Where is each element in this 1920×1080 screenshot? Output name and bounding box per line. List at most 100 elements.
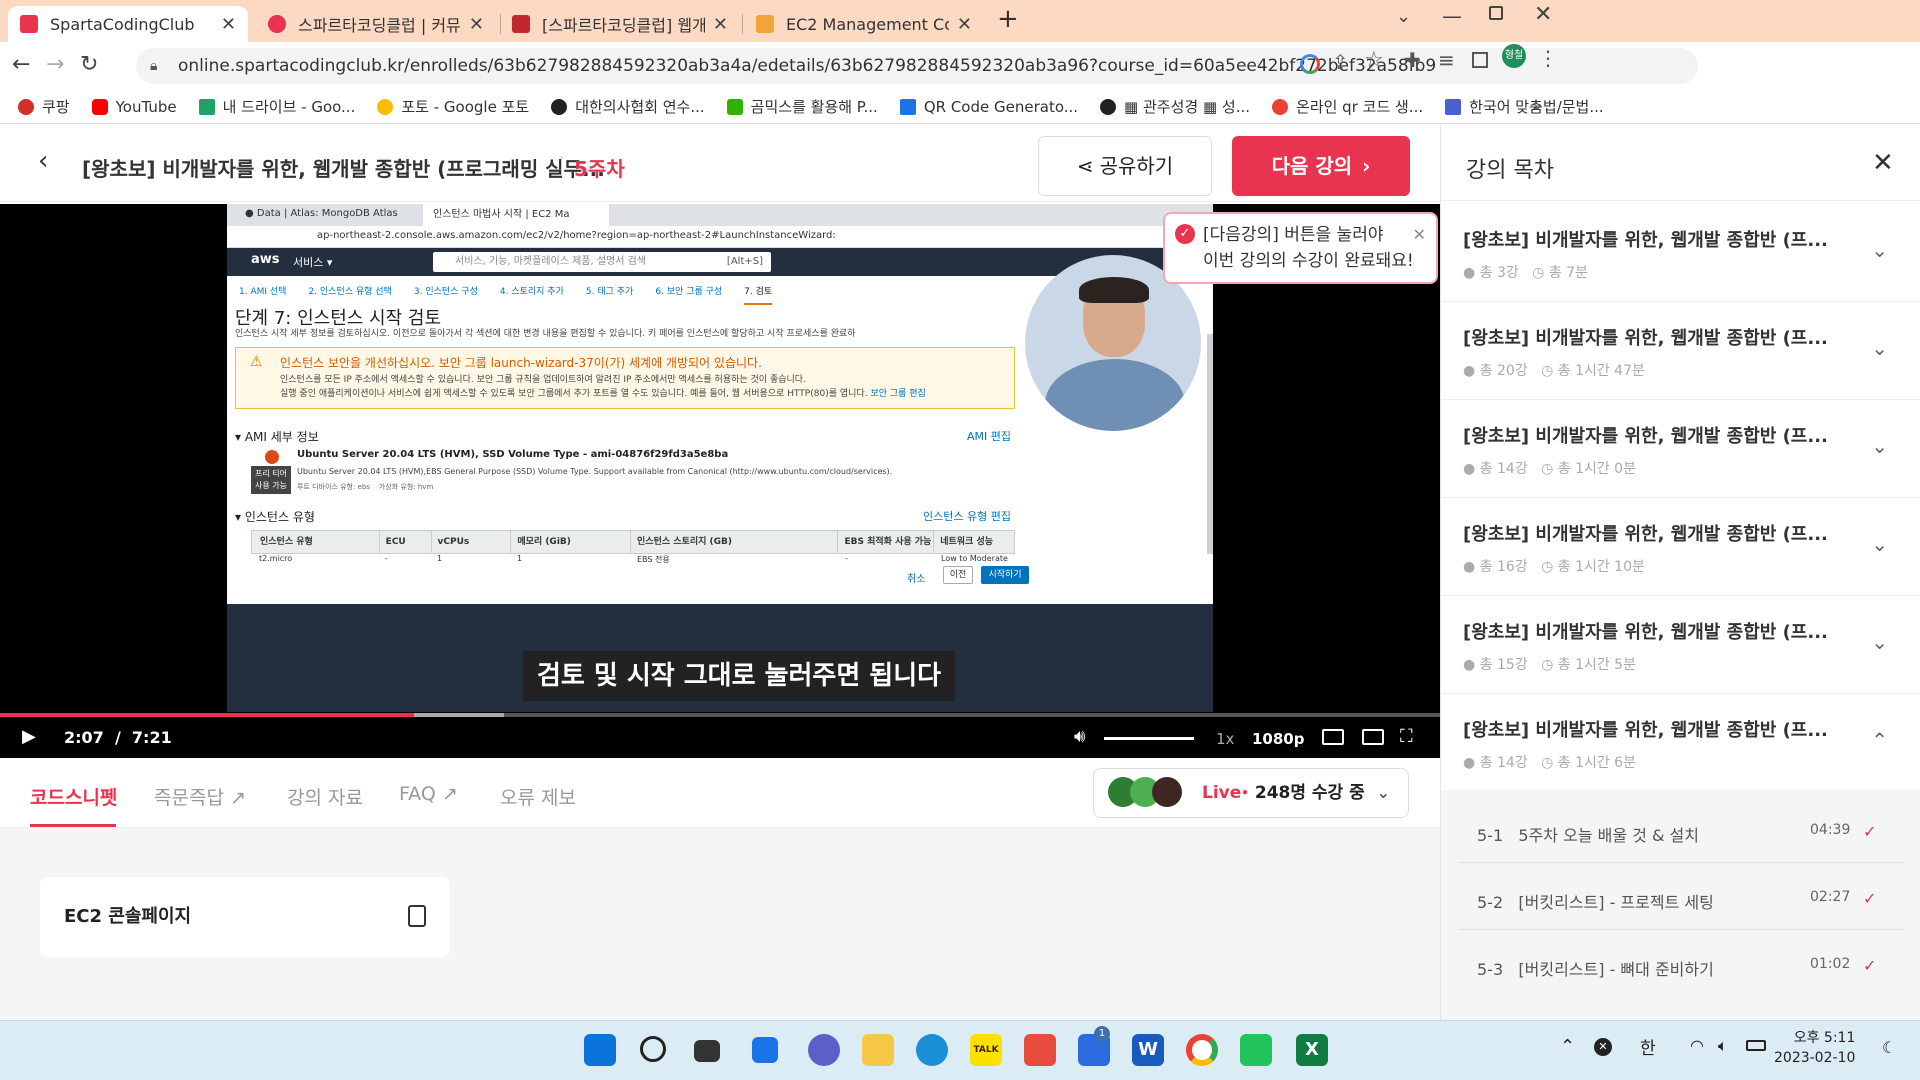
bookmark-qr-generator[interactable]: QR Code Generato...: [899, 98, 1078, 116]
url-field[interactable]: 🔒︎ online.spartacodingclub.kr/enrolleds/…: [136, 48, 1698, 84]
browser-tab-community[interactable]: 스파르타코딩클럽 | 커뮤니티 ✕: [256, 6, 496, 42]
reload-icon[interactable]: ↻: [80, 52, 98, 77]
window-close-icon[interactable]: ✕: [1534, 2, 1552, 27]
back-icon[interactable]: ←: [12, 52, 30, 77]
media-queue-icon[interactable]: ≡: [1438, 48, 1455, 72]
back-arrow-icon[interactable]: ‹: [38, 146, 48, 176]
bookmark-google-drive[interactable]: 내 드라이브 - Goo...: [198, 96, 355, 117]
notifications-icon[interactable]: ☾: [1882, 1038, 1896, 1057]
tab-label: 스파르타코딩클럽 | 커뮤니티: [298, 16, 461, 35]
forward-icon[interactable]: →: [46, 52, 64, 77]
chapter-item[interactable]: [왕초보] 비개발자를 위한, 웹개발 종합반 (프... ● 총 15강 ◷ …: [1441, 596, 1920, 694]
bookmark-coupang[interactable]: 쿠팡: [18, 96, 70, 117]
captions-icon[interactable]: [1322, 729, 1344, 745]
excel-icon[interactable]: X: [1296, 1034, 1328, 1066]
profile-avatar[interactable]: 형철: [1502, 44, 1526, 68]
tab-faq[interactable]: FAQ ↗: [399, 783, 458, 805]
sidebar-close-icon[interactable]: ✕: [1872, 148, 1894, 178]
bookmark-star-icon[interactable]: ☆: [1364, 48, 1384, 73]
tray-app-icon[interactable]: ✕: [1594, 1038, 1612, 1056]
volume-slider[interactable]: [1104, 737, 1194, 740]
fullscreen-icon[interactable]: ⛶: [1400, 726, 1413, 747]
play-icon[interactable]: ▶: [22, 726, 36, 747]
bookmark-bible[interactable]: ▦ 관주성경 ▦ 성...: [1100, 96, 1250, 117]
bookmark-kma[interactable]: 대한의사협회 연수...: [551, 96, 705, 117]
app-green-icon[interactable]: [1240, 1034, 1272, 1066]
video-progress-bar[interactable]: [0, 713, 1440, 717]
coupang-icon: [18, 98, 34, 115]
bookmark-qr-online[interactable]: 온라인 qr 코드 생...: [1272, 96, 1423, 117]
widgets-icon[interactable]: [752, 1037, 778, 1063]
play-circle-icon: ●: [1463, 559, 1476, 575]
close-tab-icon[interactable]: ✕: [713, 14, 728, 35]
copy-icon[interactable]: [408, 905, 426, 927]
chapter-item[interactable]: [왕초보] 비개발자를 위한, 웹개발 종합반 (프... ● 총 20강 ◷ …: [1441, 302, 1920, 400]
edge-icon[interactable]: [916, 1034, 948, 1066]
live-viewers-dropdown[interactable]: Live• 248명 수강 중 ⌄: [1093, 768, 1409, 818]
system-clock[interactable]: 오후 5:11 2023-02-10: [1774, 1028, 1855, 1068]
tab-error-report[interactable]: 오류 제보: [500, 783, 576, 810]
tab-lecture-materials[interactable]: 강의 자료: [287, 783, 363, 810]
browser-tab-spartacodingclub[interactable]: SpartaCodingClub ✕: [8, 6, 248, 42]
wifi-icon[interactable]: ◠: [1690, 1036, 1704, 1055]
windows-start-icon[interactable]: [584, 1034, 616, 1066]
close-tab-icon[interactable]: ✕: [221, 14, 236, 35]
chapter-item[interactable]: [왕초보] 비개발자를 위한, 웹개발 종합반 (프... ● 총 14강 ◷ …: [1441, 400, 1920, 498]
bookmarks-bar: 쿠팡 YouTube 내 드라이브 - Goo... 포토 - Google 포…: [0, 90, 1920, 124]
tooltip-close-icon[interactable]: ✕: [1413, 222, 1426, 248]
close-tab-icon[interactable]: ✕: [469, 14, 484, 35]
lock-icon: 🔒︎: [150, 58, 158, 74]
bookmark-gommix[interactable]: 곰믹스를 활용해 P...: [726, 96, 878, 117]
teams-chat-icon[interactable]: [808, 1034, 840, 1066]
side-panel-icon[interactable]: [1472, 52, 1488, 68]
minimize-icon[interactable]: —: [1442, 4, 1462, 28]
aws-search: 서비스, 기능, 마켓플레이스 제품, 설명서 검색 [Alt+S]: [433, 252, 771, 272]
search-icon[interactable]: [640, 1036, 666, 1062]
tab-search-chevron-icon[interactable]: ⌄: [1396, 6, 1411, 27]
external-link-icon: ↗: [229, 787, 246, 809]
quality-selector[interactable]: 1080p: [1252, 730, 1305, 748]
browser-tab-ec2[interactable]: EC2 Management Console ✕: [744, 6, 984, 42]
tab-instant-qna[interactable]: 즉문즉답 ↗: [154, 783, 246, 810]
video-subtitle: 검토 및 시작 그대로 눌러주면 됩니다: [523, 651, 956, 701]
battery-icon[interactable]: [1746, 1040, 1766, 1051]
chrome-icon[interactable]: [1186, 1034, 1218, 1066]
speaker-icon[interactable]: 🔈︎: [1718, 1036, 1728, 1056]
tray-overflow-icon[interactable]: ⌃: [1560, 1036, 1575, 1057]
globe-icon: [551, 98, 568, 115]
word-icon[interactable]: W: [1132, 1034, 1164, 1066]
kakaotalk-icon[interactable]: TALK: [970, 1034, 1002, 1066]
chapter-item-expanded[interactable]: [왕초보] 비개발자를 위한, 웹개발 종합반 (프... ● 총 14강 ◷ …: [1441, 694, 1920, 792]
check-circle-icon: ✓: [1175, 224, 1195, 244]
file-explorer-icon[interactable]: [862, 1034, 894, 1066]
bookmarks-overflow-icon[interactable]: »: [1532, 96, 1542, 115]
bookmark-youtube[interactable]: YouTube: [91, 98, 177, 116]
lesson-item[interactable]: 5-3 [버킷리스트] - 뼈대 준비하기 01:02 ✓: [1477, 956, 1897, 980]
bookmark-google-photos[interactable]: 포토 - Google 포토: [377, 96, 529, 117]
close-tab-icon[interactable]: ✕: [957, 14, 972, 35]
extensions-icon[interactable]: ✚: [1404, 48, 1421, 72]
browser-tab-webdev[interactable]: [스파르타코딩클럽] 웹개발 종합 ✕: [500, 6, 740, 42]
new-tab-icon[interactable]: +: [997, 4, 1019, 34]
kebab-menu-icon[interactable]: ⋮: [1538, 46, 1558, 70]
share-page-icon[interactable]: ⇪: [1332, 50, 1349, 74]
chapter-item[interactable]: [왕초보] 비개발자를 위한, 웹개발 종합반 (프... ● 총 16강 ◷ …: [1441, 498, 1920, 596]
ime-indicator[interactable]: 한: [1640, 1034, 1656, 1059]
task-view-icon[interactable]: [694, 1040, 720, 1062]
playback-speed[interactable]: 1x: [1216, 730, 1234, 748]
inner-tab-mongodb: ● Data | Atlas: MongoDB Atlas: [245, 208, 398, 219]
bookmark-spell-check[interactable]: 한국어 맞춤법/문법...: [1445, 96, 1604, 117]
volume-icon[interactable]: 🔊︎: [1074, 726, 1085, 747]
book-favicon-icon: [512, 15, 530, 33]
share-button[interactable]: ⋖ 공유하기: [1038, 136, 1212, 196]
google-translate-icon[interactable]: [1300, 54, 1320, 74]
snippet-card[interactable]: EC2 콘솔페이지: [40, 877, 450, 957]
chapter-item[interactable]: [왕초보] 비개발자를 위한, 웹개발 종합반 (프... ● 총 3강 ◷ 총…: [1441, 204, 1920, 302]
lesson-item[interactable]: 5-2 [버킷리스트] - 프로젝트 세팅 02:27 ✓: [1477, 889, 1897, 913]
restore-icon[interactable]: [1489, 6, 1503, 20]
lesson-item[interactable]: 5-1 5주차 오늘 배울 것 & 설치 04:39 ✓: [1477, 822, 1897, 846]
next-lecture-button[interactable]: 다음 강의 ›: [1232, 136, 1410, 196]
pdf-reader-icon[interactable]: [1024, 1034, 1056, 1066]
picture-in-picture-icon[interactable]: [1362, 729, 1384, 745]
tab-code-snippet[interactable]: 코드스니펫: [30, 783, 117, 810]
